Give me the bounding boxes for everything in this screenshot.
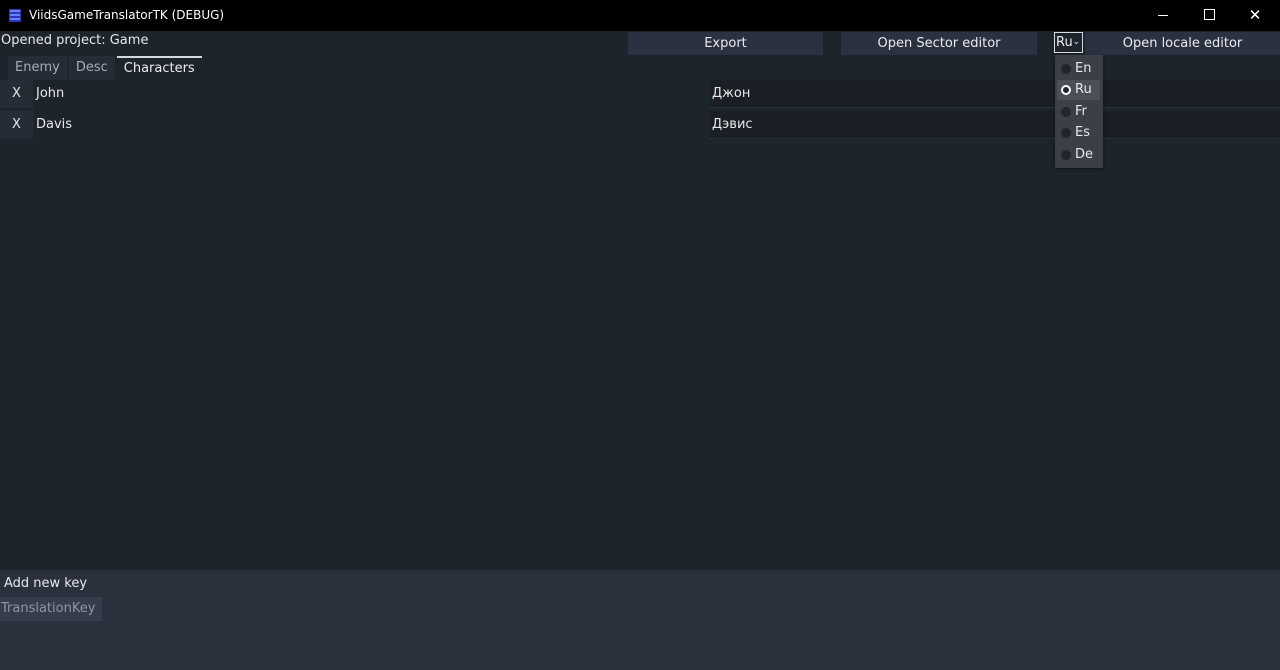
key-label: John: [36, 86, 65, 101]
tab-characters[interactable]: Characters: [116, 56, 202, 82]
locale-option-en[interactable]: En: [1057, 59, 1100, 79]
window-title: ViidsGameTranslatorTK (DEBUG): [29, 8, 225, 22]
app-icon: [9, 9, 21, 22]
open-sector-editor-button[interactable]: Open Sector editor: [841, 32, 1037, 55]
translation-key-input[interactable]: TranslationKey: [0, 597, 102, 621]
locale-option-fr[interactable]: Fr: [1057, 102, 1100, 122]
project-label: Opened project: Game: [1, 33, 149, 48]
delete-key-button[interactable]: X: [0, 80, 33, 108]
locale-select-value: Ru: [1056, 35, 1073, 50]
tab-desc[interactable]: Desc: [68, 56, 115, 80]
tab-enemy[interactable]: Enemy: [8, 56, 67, 80]
add-key-panel: Add new key TranslationKey: [0, 570, 1280, 670]
tab-bar: Enemy Desc Characters: [8, 56, 204, 82]
locale-option-ru[interactable]: Ru: [1057, 80, 1100, 100]
translation-value-field[interactable]: Дэвис: [709, 111, 1280, 139]
minimize-icon: [1158, 15, 1168, 16]
export-button[interactable]: Export: [628, 32, 823, 55]
locale-option-label: Fr: [1075, 104, 1087, 119]
radio-selected-icon: [1061, 85, 1071, 95]
radio-icon: [1061, 107, 1071, 117]
locale-option-label: Es: [1075, 125, 1090, 140]
radio-icon: [1061, 128, 1071, 138]
open-locale-editor-button[interactable]: Open locale editor: [1085, 32, 1280, 55]
radio-icon: [1061, 64, 1071, 74]
title-bar: ViidsGameTranslatorTK (DEBUG) ✕: [0, 0, 1280, 31]
maximize-icon: [1203, 8, 1215, 20]
locale-option-label: De: [1075, 147, 1094, 162]
chevron-down-icon: ⌄: [1072, 37, 1080, 47]
translation-value-field[interactable]: Джон: [709, 80, 1280, 108]
locale-option-de[interactable]: De: [1057, 145, 1100, 165]
locale-dropdown: En Ru Fr Es De: [1055, 55, 1103, 168]
radio-icon: [1061, 150, 1071, 160]
key-label: Davis: [36, 117, 73, 132]
delete-key-button[interactable]: X: [0, 111, 33, 139]
locale-option-label: Ru: [1075, 82, 1092, 97]
close-icon: ✕: [1248, 6, 1262, 24]
locale-option-label: En: [1075, 61, 1092, 76]
minimize-button[interactable]: [1140, 0, 1186, 31]
maximize-button[interactable]: [1186, 0, 1232, 31]
locale-select[interactable]: Ru ⌄: [1054, 32, 1083, 53]
close-button[interactable]: ✕: [1232, 0, 1278, 31]
locale-option-es[interactable]: Es: [1057, 123, 1100, 143]
add-new-key-label: Add new key: [4, 576, 88, 591]
